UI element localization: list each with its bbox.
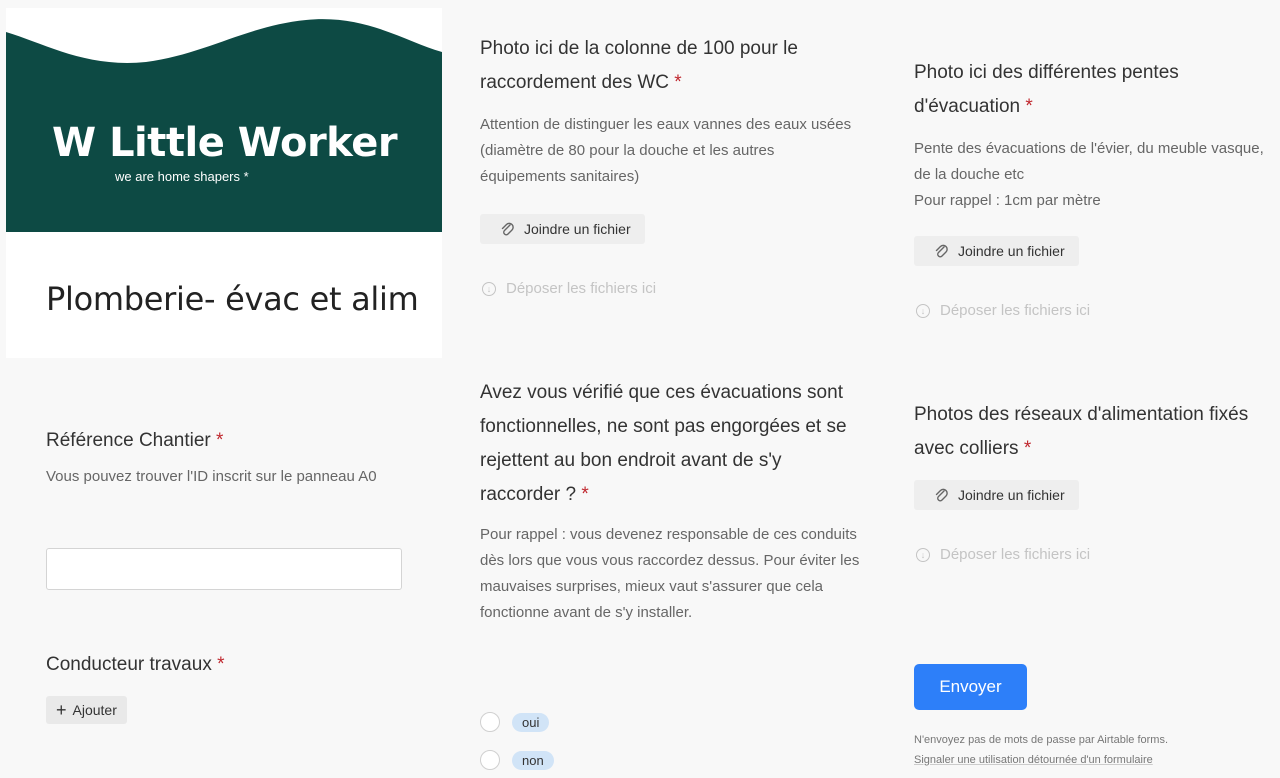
field-photo-reseaux: Photos des réseaux d'alimentation fixés …	[914, 398, 1274, 466]
field-help: Pente des évacuations de l'évier, du meu…	[914, 136, 1274, 214]
field-help: Pour rappel : vous devenez responsable d…	[480, 526, 860, 621]
required-marker: *	[1025, 96, 1033, 117]
attach-file-button[interactable]: Joindre un fichier	[914, 236, 1079, 266]
arrow-down-icon: ↓	[482, 281, 496, 296]
form-title: Plomberie- évac et alim	[46, 280, 419, 318]
logo-text: Little Worker	[109, 120, 398, 166]
drop-label: Déposer les fichiers ici	[940, 546, 1091, 563]
field-label: Référence Chantier *	[46, 424, 406, 458]
radio-button[interactable]	[480, 712, 500, 732]
field-label: Photos des réseaux d'alimentation fixés …	[914, 398, 1274, 466]
logo-tagline: we are home shapers *	[115, 169, 249, 184]
required-marker: *	[674, 72, 682, 93]
attach-label: Joindre un fichier	[958, 243, 1065, 259]
field-label-text: Conducteur travaux	[46, 654, 212, 675]
plus-icon: +	[56, 700, 67, 720]
field-label: Photo ici de la colonne de 100 pour le r…	[480, 32, 860, 100]
drop-label: Déposer les fichiers ici	[506, 280, 657, 297]
attach-file-button[interactable]: Joindre un fichier	[914, 480, 1079, 510]
brand-banner: W Little Worker we are home shapers *	[6, 8, 442, 232]
paperclip-icon	[935, 488, 948, 502]
add-conducteur-button[interactable]: + Ajouter	[46, 696, 127, 724]
attach-file-button[interactable]: Joindre un fichier	[480, 214, 645, 244]
field-photo-pentes: Photo ici des différentes pentes d'évacu…	[914, 56, 1274, 214]
file-drop-zone[interactable]: ↓ Déposer les fichiers ici	[482, 280, 656, 297]
field-help-line: Pour rappel : 1cm par mètre	[914, 192, 1101, 209]
field-label-text: Photo ici de la colonne de 100 pour le r…	[480, 38, 798, 93]
footer-notice: N'envoyez pas de mots de passe par Airta…	[914, 734, 1169, 746]
form-footer: N'envoyez pas de mots de passe par Airta…	[914, 730, 1168, 770]
add-button-label: Ajouter	[72, 702, 117, 718]
attach-label: Joindre un fichier	[524, 221, 631, 237]
required-marker: *	[216, 430, 224, 451]
field-label: Conducteur travaux *	[46, 648, 406, 682]
logo: W Little Worker	[52, 120, 398, 166]
required-marker: *	[581, 484, 589, 505]
choice-label: non	[512, 750, 554, 770]
paperclip-icon	[501, 222, 514, 236]
field-label: Avez vous vérifié que ces évacuations so…	[480, 376, 860, 512]
paperclip-icon	[935, 244, 948, 258]
field-label-text: Référence Chantier	[46, 430, 211, 451]
field-verif-evacuations: Avez vous vérifié que ces évacuations so…	[480, 376, 860, 626]
file-drop-zone[interactable]: ↓ Déposer les fichiers ici	[916, 546, 1090, 563]
field-label-text: Photo ici des différentes pentes d'évacu…	[914, 62, 1179, 117]
field-label: Photo ici des différentes pentes d'évacu…	[914, 56, 1274, 124]
arrow-down-icon: ↓	[916, 303, 930, 318]
required-marker: *	[1023, 438, 1032, 459]
submit-button[interactable]: Envoyer	[914, 664, 1027, 710]
field-label-text: Avez vous vérifié que ces évacuations so…	[480, 382, 847, 505]
left-column: W Little Worker we are home shapers * Pl…	[0, 0, 448, 778]
reference-chantier-input[interactable]	[46, 548, 402, 590]
required-marker: *	[217, 654, 225, 675]
radio-button[interactable]	[480, 750, 500, 770]
field-help: Vous pouvez trouver l'ID inscrit sur le …	[46, 468, 377, 485]
form-header-card: W Little Worker we are home shapers * Pl…	[6, 8, 442, 358]
arrow-down-icon: ↓	[916, 547, 930, 562]
choice-label: oui	[512, 712, 550, 732]
field-help: Attention de distinguer les eaux vannes …	[480, 116, 852, 185]
choice-oui[interactable]: oui	[480, 712, 550, 732]
choice-non[interactable]: non	[480, 750, 554, 770]
logo-mark-icon: W	[52, 120, 96, 166]
field-help-line: Pente des évacuations de l'évier, du meu…	[914, 140, 1264, 183]
drop-label: Déposer les fichiers ici	[940, 302, 1091, 319]
file-drop-zone[interactable]: ↓ Déposer les fichiers ici	[916, 302, 1090, 319]
field-conducteur-travaux: Conducteur travaux *	[46, 648, 406, 682]
field-label-text: Photos des réseaux d'alimentation fixés …	[914, 404, 1249, 459]
field-photo-colonne: Photo ici de la colonne de 100 pour le r…	[480, 32, 860, 190]
report-abuse-link[interactable]: Signaler une utilisation détournée d'un …	[914, 750, 1168, 770]
field-reference-chantier: Référence Chantier * Vous pouvez trouver…	[46, 424, 406, 490]
attach-label: Joindre un fichier	[958, 487, 1065, 503]
